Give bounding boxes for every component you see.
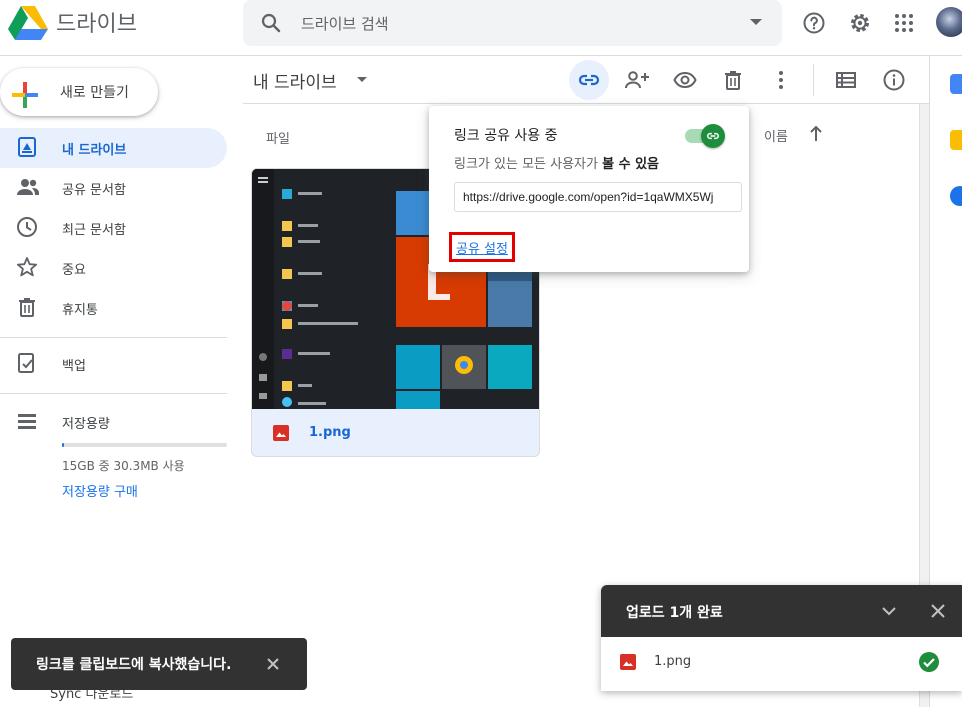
upload-panel: 업로드 1개 완료 1.png bbox=[601, 585, 962, 691]
file-name: 1.png bbox=[309, 425, 351, 440]
link-icon bbox=[577, 68, 601, 92]
trash-icon bbox=[722, 69, 744, 91]
search-options-icon[interactable] bbox=[750, 19, 762, 25]
tasks-icon[interactable] bbox=[950, 186, 962, 206]
search-icon[interactable] bbox=[259, 11, 283, 35]
details-button[interactable] bbox=[874, 60, 914, 100]
drive-logo-icon[interactable] bbox=[8, 4, 48, 40]
close-icon[interactable] bbox=[928, 601, 948, 621]
popup-title: 링크 공유 사용 중 bbox=[454, 128, 558, 144]
more-actions-button[interactable] bbox=[761, 60, 801, 100]
link-sharing-popup: 링크 공유 사용 중 링크가 있는 모든 사용자가 볼 수 있음 공유 설정 bbox=[429, 106, 749, 272]
sidebar-item-storage[interactable]: 저장용량 bbox=[0, 402, 227, 442]
toolbar-divider bbox=[813, 64, 814, 96]
list-view-icon bbox=[835, 71, 857, 89]
storage-usage-fill bbox=[62, 443, 64, 447]
image-file-icon bbox=[620, 654, 636, 670]
apps-button[interactable] bbox=[884, 3, 924, 43]
app-header: 드라이브 드라이브 검색 bbox=[0, 0, 962, 56]
new-button-label: 새로 만들기 bbox=[60, 85, 129, 101]
sort-by-name[interactable]: 이름 bbox=[764, 126, 788, 145]
storage-icon bbox=[16, 410, 38, 432]
sidebar-item-label: 내 드라이브 bbox=[62, 143, 127, 158]
sidebar-divider bbox=[0, 393, 227, 394]
share-settings-link[interactable]: 공유 설정 bbox=[449, 232, 515, 262]
search-input[interactable]: 드라이브 검색 bbox=[301, 13, 389, 34]
eye-icon bbox=[673, 68, 697, 92]
link-icon bbox=[706, 129, 720, 143]
image-file-icon bbox=[273, 425, 289, 441]
people-icon bbox=[16, 176, 40, 198]
get-link-button[interactable] bbox=[569, 60, 609, 100]
calendar-icon[interactable] bbox=[950, 74, 962, 94]
upload-title: 업로드 1개 완료 bbox=[626, 605, 723, 621]
star-icon bbox=[16, 256, 38, 278]
share-button[interactable] bbox=[617, 60, 657, 100]
sidebar-item-label: 저장용량 bbox=[62, 417, 110, 432]
toolbar-divider bbox=[243, 103, 929, 104]
sharing-permission-text: 볼 수 있음 bbox=[602, 157, 660, 172]
backup-icon bbox=[16, 352, 38, 374]
drive-icon bbox=[16, 136, 38, 158]
share-settings-label: 공유 설정 bbox=[456, 241, 508, 257]
sidebar-item-label: 중요 bbox=[62, 263, 86, 278]
sidebar-item-shared[interactable]: 공유 문서함 bbox=[0, 168, 227, 208]
storage-usage-bar bbox=[62, 443, 227, 447]
check-circle-icon bbox=[918, 651, 940, 673]
link-toggle-knob[interactable] bbox=[701, 124, 725, 148]
keep-icon[interactable] bbox=[950, 130, 962, 150]
sidebar-item-starred[interactable]: 중요 bbox=[0, 248, 227, 288]
close-icon[interactable] bbox=[263, 654, 283, 674]
help-button[interactable] bbox=[794, 3, 834, 43]
sharing-scope-text: 링크가 있는 모든 사용자가 bbox=[454, 157, 598, 172]
list-view-button[interactable] bbox=[826, 60, 866, 100]
page-title[interactable]: 내 드라이브 bbox=[253, 68, 337, 93]
arrow-up-icon[interactable] bbox=[808, 124, 824, 144]
chevron-down-icon[interactable] bbox=[879, 601, 899, 621]
storage-usage-text: 15GB 중 30.3MB 사용 bbox=[62, 459, 185, 473]
app-name[interactable]: 드라이브 bbox=[56, 6, 137, 38]
files-section-heading: 파일 bbox=[266, 132, 290, 147]
delete-button[interactable] bbox=[713, 60, 753, 100]
sidebar-item-label: 휴지통 bbox=[62, 303, 98, 318]
sidebar-item-my-drive[interactable]: 내 드라이브 bbox=[0, 128, 227, 168]
help-icon bbox=[802, 11, 826, 35]
preview-button[interactable] bbox=[665, 60, 705, 100]
snackbar-message: 링크를 클립보드에 복사했습니다. bbox=[36, 657, 232, 673]
trash-icon bbox=[16, 296, 38, 318]
avatar[interactable] bbox=[936, 7, 962, 37]
sidebar-item-label: 공유 문서함 bbox=[62, 183, 126, 198]
plus-icon bbox=[10, 80, 40, 110]
sidebar-item-trash[interactable]: 휴지통 bbox=[0, 288, 227, 328]
sharing-description: 링크가 있는 모든 사용자가 볼 수 있음 bbox=[454, 153, 659, 172]
chevron-down-icon[interactable] bbox=[357, 77, 367, 82]
sidebar-item-label: 최근 문서함 bbox=[62, 223, 126, 238]
info-icon bbox=[882, 68, 906, 92]
sidebar-item-recent[interactable]: 최근 문서함 bbox=[0, 208, 227, 248]
upload-file-name[interactable]: 1.png bbox=[654, 654, 691, 669]
share-link-field[interactable] bbox=[454, 182, 742, 212]
settings-button[interactable] bbox=[840, 3, 880, 43]
buy-storage-link[interactable]: 저장용량 구매 bbox=[62, 481, 138, 500]
sidebar-item-backup[interactable]: 백업 bbox=[0, 344, 227, 384]
snackbar: 링크를 클립보드에 복사했습니다. bbox=[11, 638, 307, 690]
sidebar-item-label: 백업 bbox=[62, 359, 86, 374]
more-vert-icon bbox=[778, 70, 784, 90]
apps-grid-icon bbox=[894, 13, 914, 33]
new-button[interactable]: 새로 만들기 bbox=[0, 68, 158, 116]
search-box[interactable]: 드라이브 검색 bbox=[243, 0, 782, 46]
clock-icon bbox=[16, 216, 38, 238]
add-person-icon bbox=[624, 68, 650, 92]
gear-icon bbox=[848, 11, 872, 35]
upload-panel-header: 업로드 1개 완료 bbox=[601, 585, 962, 637]
sidebar-divider bbox=[0, 337, 227, 338]
